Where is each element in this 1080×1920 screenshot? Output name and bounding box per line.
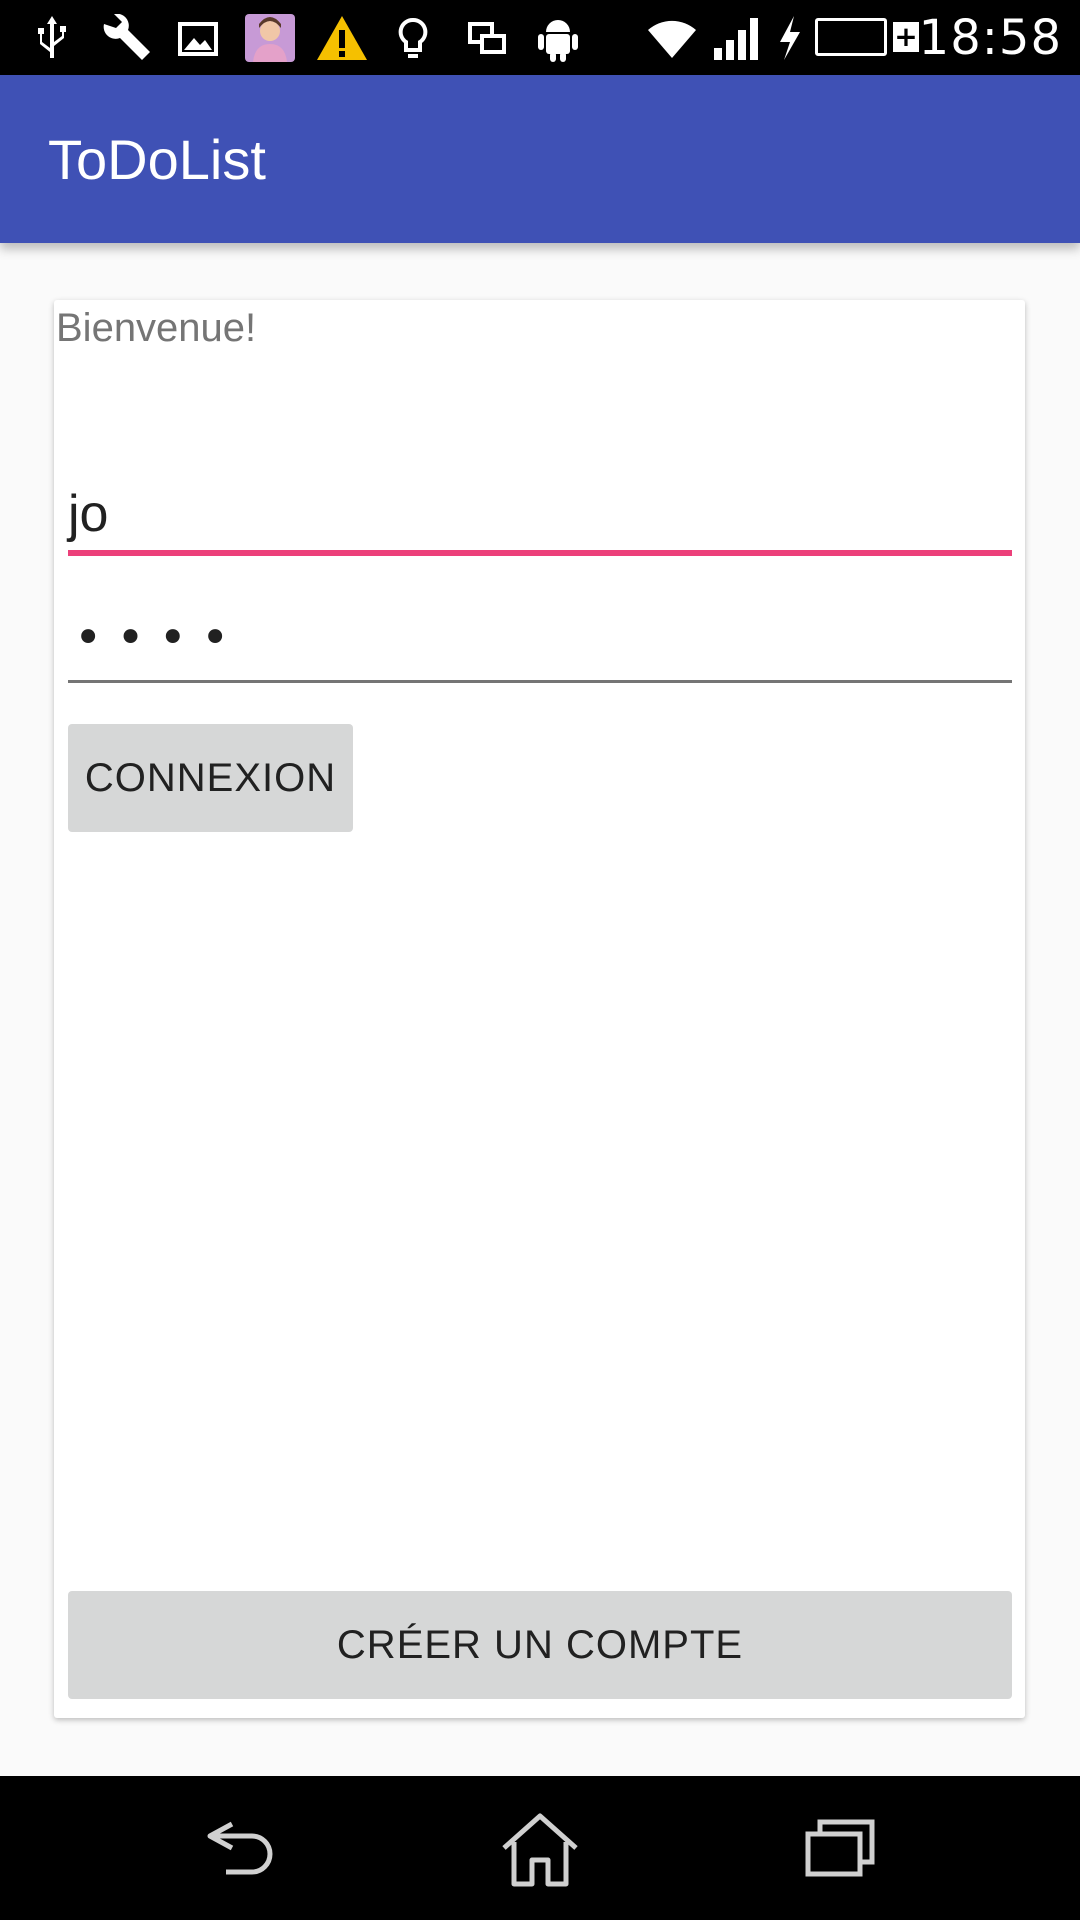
password-field[interactable]: •••• <box>68 600 1012 683</box>
charging-icon <box>780 16 800 60</box>
wifi-icon <box>648 20 696 58</box>
back-icon[interactable] <box>202 1812 278 1882</box>
lightbulb-icon <box>398 17 428 58</box>
create-account-button[interactable]: CRÉER UN COMPTE <box>68 1591 1012 1699</box>
battery-plus-icon: + <box>893 20 919 53</box>
login-card: Bienvenue! jo •••• CONNEXION CRÉER UN CO… <box>54 300 1025 1718</box>
usb-icon <box>38 16 66 58</box>
nav-bar <box>0 1776 1080 1920</box>
login-button[interactable]: CONNEXION <box>68 724 353 832</box>
avatar-notification-icon <box>245 14 295 62</box>
android-icon <box>538 20 578 62</box>
warning-icon <box>317 16 367 60</box>
battery-indicator: 65% <box>815 18 887 56</box>
app-bar: ToDoList <box>0 75 1080 243</box>
home-icon[interactable] <box>500 1812 580 1888</box>
password-value: •••• <box>74 610 244 666</box>
screen-mirror-icon <box>468 22 506 54</box>
image-icon <box>178 22 218 56</box>
username-field[interactable]: jo <box>68 465 1012 556</box>
username-value: jo <box>68 485 109 543</box>
welcome-text: Bienvenue! <box>56 306 257 350</box>
screen: 65% + 18:58 ToDoList Bienvenue! jo •••• … <box>0 0 1080 1920</box>
wrench-icon <box>103 14 150 60</box>
battery-percent: 65% <box>819 22 883 52</box>
status-bar: 65% + 18:58 <box>0 0 1080 75</box>
app-title: ToDoList <box>48 128 266 191</box>
recent-apps-icon[interactable] <box>804 1812 876 1882</box>
status-time: 18:58 <box>918 10 1062 66</box>
signal-icon <box>714 18 758 60</box>
